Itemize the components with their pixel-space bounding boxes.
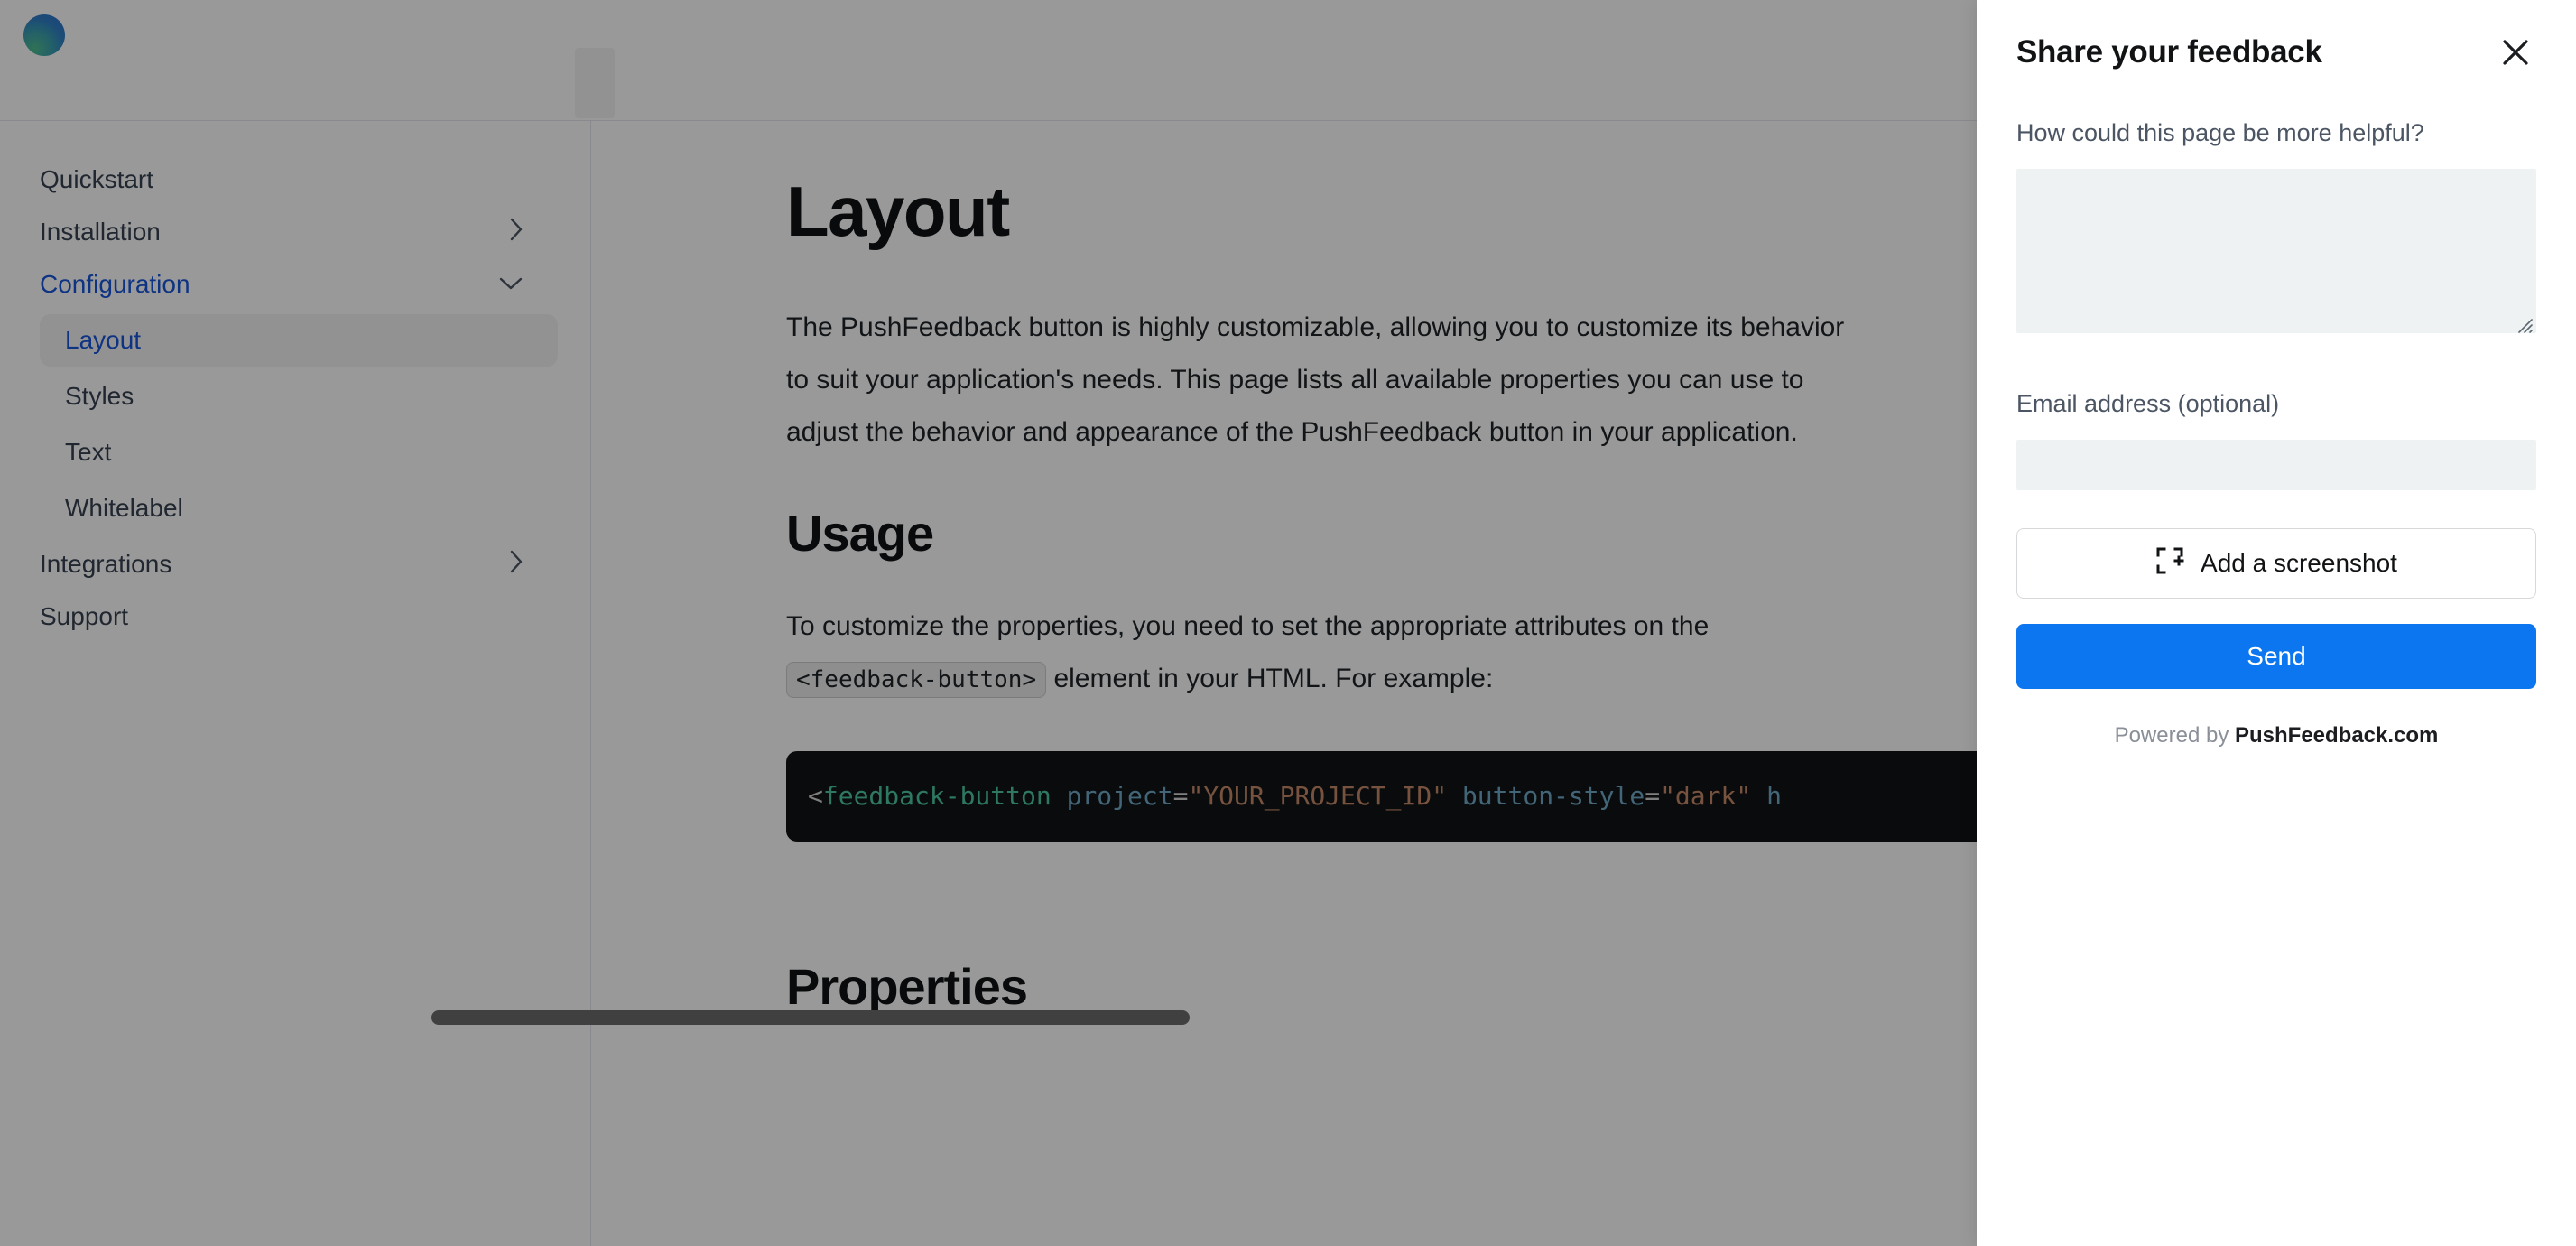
send-button[interactable]: Send xyxy=(2016,624,2536,689)
feedback-message-field-wrapper xyxy=(2016,147,2536,338)
app-root: Quickstart Installation Configuration xyxy=(0,0,2576,1246)
powered-by-prefix: Powered by xyxy=(2115,723,2235,748)
feedback-panel-header: Share your feedback xyxy=(2016,0,2536,67)
add-screenshot-icon xyxy=(2155,546,2184,581)
feedback-panel: Share your feedback How could this page … xyxy=(1977,0,2576,1246)
powered-by-footer: Powered by PushFeedback.com xyxy=(2016,723,2536,749)
feedback-panel-title: Share your feedback xyxy=(2016,34,2322,70)
feedback-email-input[interactable] xyxy=(2016,440,2536,490)
modal-backdrop-overlay[interactable] xyxy=(0,0,1977,1246)
add-screenshot-button[interactable]: Add a screenshot xyxy=(2016,528,2536,599)
feedback-message-label: How could this page be more helpful? xyxy=(2016,119,2536,147)
feedback-email-label: Email address (optional) xyxy=(2016,390,2536,418)
close-icon[interactable] xyxy=(2495,32,2536,73)
powered-by-brand[interactable]: PushFeedback.com xyxy=(2235,723,2438,748)
feedback-message-input[interactable] xyxy=(2016,169,2536,333)
add-screenshot-button-label: Add a screenshot xyxy=(2201,549,2397,578)
